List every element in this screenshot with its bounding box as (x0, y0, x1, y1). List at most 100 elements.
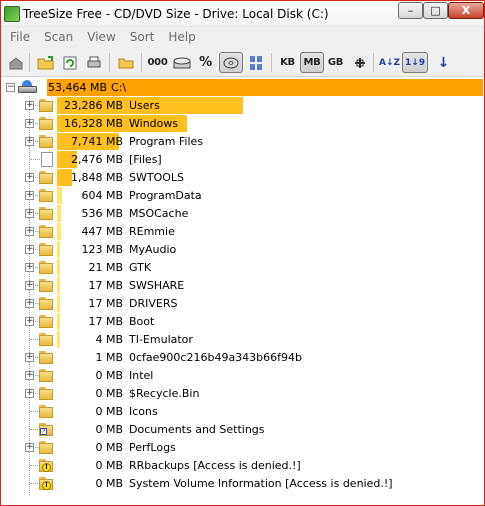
tree-row[interactable]: +23,286 MB Users (1, 97, 484, 115)
file-count-icon[interactable] (245, 52, 266, 73)
folder-icon (39, 171, 55, 184)
tree-row[interactable]: 4 MB TI-Emulator (1, 331, 484, 349)
tree-row[interactable]: +0 MB PerfLogs (1, 439, 484, 457)
item-name: ProgramData (129, 189, 202, 202)
folder-icon (39, 351, 55, 364)
minimize-button[interactable]: – (398, 2, 423, 19)
treesize-app-icon (4, 6, 20, 22)
expand-icon[interactable]: + (25, 263, 34, 272)
tree-row[interactable]: +447 MB REmmie (1, 223, 484, 241)
tree-row[interactable]: +0 MB Intel (1, 367, 484, 385)
tree-row[interactable]: +21 MB GTK (1, 259, 484, 277)
allocated-space-icon[interactable] (171, 52, 192, 73)
tree-row[interactable]: +17 MB DRIVERS (1, 295, 484, 313)
auto-units-icon[interactable] (349, 52, 370, 73)
item-size: 0 MB (95, 369, 123, 382)
refresh-icon[interactable] (59, 52, 80, 73)
folder-icon (39, 207, 55, 220)
close-button[interactable]: X (448, 2, 484, 19)
tree-row[interactable]: ! 0 MB System Volume Information [Access i… (1, 475, 484, 493)
tree-row[interactable]: +1,848 MB SWTOOLS (1, 169, 484, 187)
tree-row[interactable]: +536 MB MSOCache (1, 205, 484, 223)
sort-by-size-icon[interactable]: 1↓9 (402, 52, 428, 73)
folder-icon (39, 369, 55, 382)
item-size: 16,328 MB (63, 117, 123, 130)
item-size: 2,476 MB (70, 153, 123, 166)
expand-icon[interactable]: + (25, 443, 34, 452)
menu-scan[interactable]: Scan (39, 30, 78, 44)
tree-row[interactable]: ↗ 0 MB Documents and Settings (1, 421, 484, 439)
menu-bar: File Scan View Sort Help (1, 27, 484, 47)
sort-descending-icon[interactable]: ↓ (433, 52, 454, 73)
root-size: 53,464 MB (47, 81, 107, 94)
expand-icon[interactable]: + (25, 317, 34, 326)
tree-row[interactable]: +17 MB Boot (1, 313, 484, 331)
item-name: Windows (129, 117, 179, 130)
tree-row[interactable]: +7,741 MB Program Files (1, 133, 484, 151)
expand-icon[interactable]: + (25, 209, 34, 218)
folder-icon (39, 279, 55, 292)
title-bar[interactable]: TreeSize Free - CD/DVD Size - Drive: Loc… (1, 1, 484, 27)
folder-icon (39, 225, 55, 238)
menu-file[interactable]: File (5, 30, 35, 44)
expand-icon[interactable]: + (25, 245, 34, 254)
item-size: 1,848 MB (70, 171, 123, 184)
menu-help[interactable]: Help (163, 30, 200, 44)
menu-view[interactable]: View (82, 30, 120, 44)
maximize-button[interactable]: □ (423, 2, 448, 19)
warning-folder-icon: ! (39, 459, 55, 472)
item-name: Program Files (129, 135, 204, 148)
collapse-icon[interactable]: − (6, 83, 15, 92)
item-size: 447 MB (81, 225, 123, 238)
expand-icon[interactable]: + (25, 173, 34, 182)
menu-sort[interactable]: Sort (125, 30, 160, 44)
tree-row[interactable]: 2,476 MB [Files] (1, 151, 484, 169)
sort-by-name-icon[interactable]: A↓Z (379, 52, 400, 73)
expand-icon[interactable]: + (25, 137, 34, 146)
item-size: 604 MB (81, 189, 123, 202)
item-size: 0 MB (95, 477, 123, 490)
folder-icon (39, 441, 55, 454)
expand-icon[interactable]: + (25, 353, 34, 362)
tree-row[interactable]: +1 MB 0cfae900c216b49a343b66f94b (1, 349, 484, 367)
tree-row-root[interactable]: − 53,464 MB C:\ (1, 79, 484, 97)
expand-icon[interactable]: + (25, 281, 34, 290)
tree-row[interactable]: +123 MB MyAudio (1, 241, 484, 259)
open-folder-icon[interactable] (35, 52, 56, 73)
item-size: 0 MB (95, 459, 123, 472)
expand-icon[interactable]: + (25, 191, 34, 200)
percent-button[interactable]: % (195, 52, 216, 73)
item-size: 0 MB (95, 441, 123, 454)
folder-icon (39, 387, 55, 400)
mb-button[interactable]: MB (300, 52, 324, 73)
expand-icon[interactable]: + (25, 389, 34, 398)
shortcut-folder-icon: ↗ (39, 423, 55, 436)
folder-icon (39, 333, 55, 346)
item-size: 23,286 MB (63, 99, 123, 112)
item-name: MSOCache (129, 207, 189, 220)
expand-icon[interactable]: + (25, 299, 34, 308)
folder-icon (39, 99, 55, 112)
item-size: 17 MB (88, 279, 123, 292)
tree-row[interactable]: +16,328 MB Windows (1, 115, 484, 133)
cd-dvd-size-icon[interactable] (219, 52, 243, 73)
tree-row[interactable]: 0 MB Icons (1, 403, 484, 421)
tree-row[interactable]: ! 0 MB RRbackups [Access is denied.!] (1, 457, 484, 475)
size-format-button[interactable]: 000 (147, 52, 168, 73)
folder-icon (39, 189, 55, 202)
window-title: TreeSize Free - CD/DVD Size - Drive: Loc… (23, 7, 329, 21)
print-icon[interactable] (83, 52, 104, 73)
kb-button[interactable]: KB (277, 52, 298, 73)
tree-row[interactable]: +0 MB $Recycle.Bin (1, 385, 484, 403)
tree-row[interactable]: +604 MB ProgramData (1, 187, 484, 205)
expand-icon[interactable]: + (25, 371, 34, 380)
tree-row[interactable]: +17 MB SWSHARE (1, 277, 484, 295)
expand-icon[interactable]: + (25, 227, 34, 236)
expand-icon[interactable]: + (25, 119, 34, 128)
local-drive-icon (18, 80, 38, 94)
home-icon[interactable] (5, 52, 26, 73)
gb-button[interactable]: GB (325, 52, 346, 73)
expand-icon[interactable]: + (25, 101, 34, 110)
folder-tree[interactable]: − 53,464 MB C:\ +23,286 MB Users +16,328 M… (1, 78, 484, 505)
folder-select-icon[interactable] (115, 52, 136, 73)
